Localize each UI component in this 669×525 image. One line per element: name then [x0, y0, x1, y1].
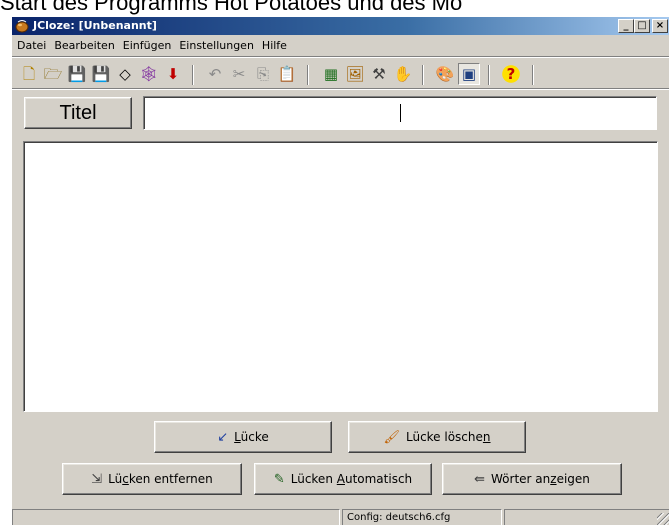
caption-buttons: _ □ ×: [618, 19, 668, 33]
jcloze-window: JCloze: [Unbenannt] _ □ × Datei Bearbeit…: [11, 16, 669, 525]
auto-gaps-button-label: Lücken Automatisch: [290, 472, 413, 486]
copy-icon[interactable]: ⎘: [252, 63, 274, 85]
menu-einstellungen[interactable]: Einstellungen: [176, 36, 259, 54]
toolbar: 🗋 🗁 💾 💾 ◇ 🕸 ⬇ ↶ ✂ ⎘ 📋 ▦ 🖼 ⚒ ✋ 🎨 ▣ ?: [12, 56, 669, 90]
show-words-button[interactable]: ⇚ Wörter anzeigen: [442, 463, 622, 495]
maximize-button[interactable]: □: [634, 19, 650, 33]
show-words-button-label: Wörter anzeigen: [491, 472, 590, 486]
word-list-icon: ⇚: [474, 471, 486, 487]
auto-gaps-button[interactable]: ✎ Lücken Automatisch: [254, 463, 432, 495]
image-icon[interactable]: 🖼: [344, 63, 366, 85]
text-caret: [400, 104, 401, 122]
hot-potatoes-app-icon: [15, 20, 29, 33]
hands-icon[interactable]: ✋: [392, 63, 414, 85]
open-folder-icon[interactable]: 🗁: [42, 63, 64, 85]
title-bar[interactable]: JCloze: [Unbenannt] _ □ ×: [12, 17, 669, 35]
delete-gap-button[interactable]: 🖌 Lücke löschen: [348, 421, 526, 453]
cloze-text-editor[interactable]: [23, 141, 658, 412]
new-file-icon[interactable]: 🗋: [18, 63, 40, 85]
save-as-icon[interactable]: 💾: [90, 63, 112, 85]
magic-wand-icon: ✎: [273, 471, 285, 487]
page-caption: Start des Programms Hot Potatoes und des…: [0, 0, 669, 16]
status-bar: Config: deutsch6.cfg: [12, 509, 669, 525]
status-pane-config: Config: deutsch6.cfg: [342, 509, 502, 525]
menu-datei[interactable]: Datei: [14, 36, 51, 54]
menu-einfuegen[interactable]: Einfügen: [120, 36, 177, 54]
toolbar-separator: [422, 65, 424, 85]
remove-gaps-button[interactable]: ⇲ Lücken entfernen: [62, 463, 242, 495]
paste-icon[interactable]: 📋: [276, 63, 298, 85]
menu-hilfe[interactable]: Hilfe: [259, 36, 292, 54]
layout-icon[interactable]: ▣: [458, 63, 480, 85]
arrow-down-icon[interactable]: ⬇: [162, 63, 184, 85]
undo-icon[interactable]: ↶: [204, 63, 226, 85]
eraser-icon[interactable]: ◇: [114, 63, 136, 85]
window-title: JCloze: [Unbenannt]: [33, 19, 157, 32]
tool-icon[interactable]: ⚒: [368, 63, 390, 85]
remove-gaps-icon: ⇲: [91, 471, 103, 487]
toolbar-separator: [532, 65, 534, 85]
menu-bearbeiten[interactable]: Bearbeiten: [51, 36, 119, 54]
gap-button[interactable]: ↙ Lücke: [154, 421, 332, 453]
brush-icon: 🖌: [383, 429, 400, 445]
delete-gap-button-label: Lücke löschen: [405, 430, 491, 444]
toolbar-separator: [192, 65, 194, 85]
cut-icon[interactable]: ✂: [228, 63, 250, 85]
save-icon[interactable]: 💾: [66, 63, 88, 85]
resize-grip-icon[interactable]: [657, 513, 669, 525]
title-label-button[interactable]: Titel: [24, 97, 132, 129]
remove-gaps-button-label: Lücken entfernen: [108, 472, 213, 486]
toolbar-separator: [488, 65, 490, 85]
gap-config-icon[interactable]: ▦: [320, 63, 342, 85]
gap-icon: ↙: [217, 429, 229, 445]
palette-icon[interactable]: 🎨: [434, 63, 456, 85]
caption-text: Start des Programms Hot Potatoes und des…: [0, 0, 463, 15]
web-export-icon[interactable]: 🕸: [138, 63, 160, 85]
help-icon[interactable]: ?: [500, 63, 522, 85]
gap-button-label: Lücke: [234, 430, 269, 444]
close-button[interactable]: ×: [652, 19, 668, 33]
minimize-button[interactable]: _: [618, 19, 634, 33]
status-pane-extra: [504, 509, 669, 525]
menu-bar: Datei Bearbeiten Einfügen Einstellungen …: [12, 36, 669, 54]
status-pane-main: [12, 509, 340, 525]
toolbar-separator: [307, 65, 309, 85]
